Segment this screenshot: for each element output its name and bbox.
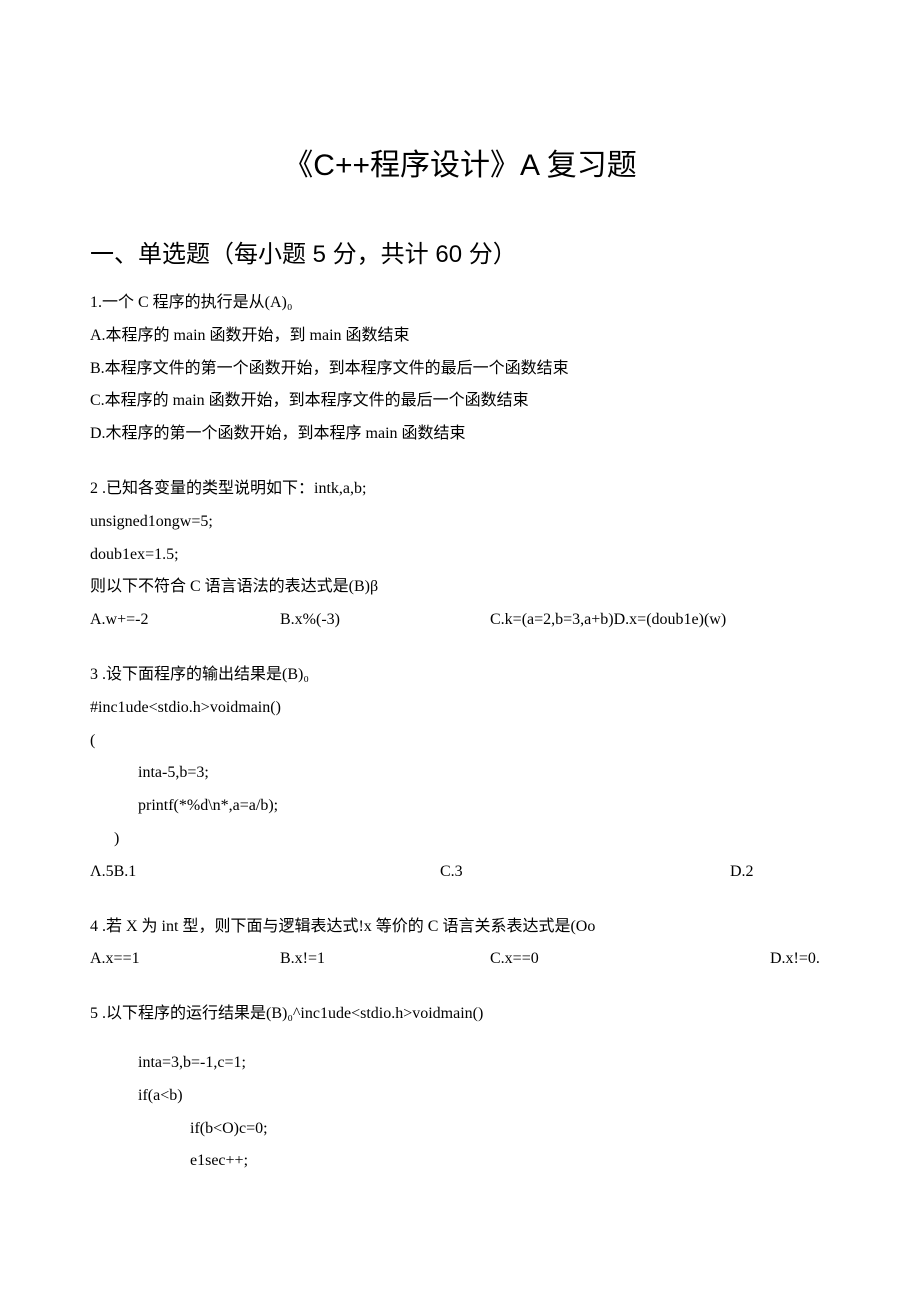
q3-stem: 3 .设下面程序的输出结果是(B)₀ — [90, 659, 830, 692]
q3-option-c: C.3 — [440, 856, 730, 889]
q3-code-line: printf(*%d\n*,a=a/b); — [90, 790, 830, 823]
q1-stem: 1.一个 C 程序的执行是从(A)₀ — [90, 287, 830, 320]
q4-options-row: A.x==1 B.x!=1 C.x==0 D.x!=0. — [90, 943, 830, 976]
q3-option-ab: Λ.5B.1 — [90, 856, 440, 889]
q2-line3: doub1ex=1.5; — [90, 539, 830, 572]
q2-line4: 则以下不符合 C 语言语法的表达式是(B)β — [90, 571, 830, 604]
q2-option-cd: C.k=(a=2,b=3,a+b)D.x=(doub1e)(w) — [490, 604, 740, 637]
q4-option-a: A.x==1 — [90, 943, 280, 976]
q2-option-a: A.w+=-2 — [90, 604, 280, 637]
q4-option-d: D.x!=0. — [770, 943, 830, 976]
q3-code-line: ) — [90, 823, 830, 856]
q5-code-line: e1sec++; — [90, 1145, 830, 1178]
question-5: 5 .以下程序的运行结果是(B)₀^inc1ude<stdio.h>voidma… — [90, 998, 830, 1178]
question-2: 2 .已知各变量的类型说明如下：intk,a,b; unsigned1ongw=… — [90, 473, 830, 637]
q1-option-b: B.本程序文件的第一个函数开始，到本程序文件的最后一个函数结束 — [90, 353, 830, 386]
q5-stem: 5 .以下程序的运行结果是(B)₀^inc1ude<stdio.h>voidma… — [90, 998, 830, 1031]
q4-option-b: B.x!=1 — [280, 943, 490, 976]
q5-code-line: inta=3,b=-1,c=1; — [90, 1047, 830, 1080]
document-page: 《C++程序设计》A 复习题 一、单选题（每小题 5 分，共计 60 分） 1.… — [0, 0, 920, 1260]
q5-code-line: if(a<b) — [90, 1080, 830, 1113]
q3-code-line: #inc1ude<stdio.h>voidmain() — [90, 692, 830, 725]
q3-code-line: ( — [90, 725, 830, 758]
q2-stem: 2 .已知各变量的类型说明如下：intk,a,b; — [90, 473, 830, 506]
q2-option-b: B.x%(-3) — [280, 604, 490, 637]
document-title: 《C++程序设计》A 复习题 — [90, 140, 830, 184]
q2-options-row: A.w+=-2 B.x%(-3) C.k=(a=2,b=3,a+b)D.x=(d… — [90, 604, 830, 637]
question-4: 4 .若 X 为 int 型，则下面与逻辑表达式!x 等价的 C 语言关系表达式… — [90, 911, 830, 977]
q4-stem: 4 .若 X 为 int 型，则下面与逻辑表达式!x 等价的 C 语言关系表达式… — [90, 911, 830, 944]
question-1: 1.一个 C 程序的执行是从(A)₀ A.本程序的 main 函数开始，到 ma… — [90, 287, 830, 451]
q3-option-d: D.2 — [730, 856, 830, 889]
q3-options-row: Λ.5B.1 C.3 D.2 — [90, 856, 830, 889]
spacer — [90, 1031, 830, 1047]
q3-code-line: inta-5,b=3; — [90, 757, 830, 790]
section-heading: 一、单选题（每小题 5 分，共计 60 分） — [90, 234, 830, 269]
q1-option-d: D.木程序的第一个函数开始，到本程序 main 函数结束 — [90, 418, 830, 451]
q4-option-c: C.x==0 — [490, 943, 770, 976]
q5-code-line: if(b<O)c=0; — [90, 1113, 830, 1146]
q1-option-c: C.本程序的 main 函数开始，到本程序文件的最后一个函数结束 — [90, 385, 830, 418]
q2-line2: unsigned1ongw=5; — [90, 506, 830, 539]
question-3: 3 .设下面程序的输出结果是(B)₀ #inc1ude<stdio.h>void… — [90, 659, 830, 889]
q1-option-a: A.本程序的 main 函数开始，到 main 函数结束 — [90, 320, 830, 353]
